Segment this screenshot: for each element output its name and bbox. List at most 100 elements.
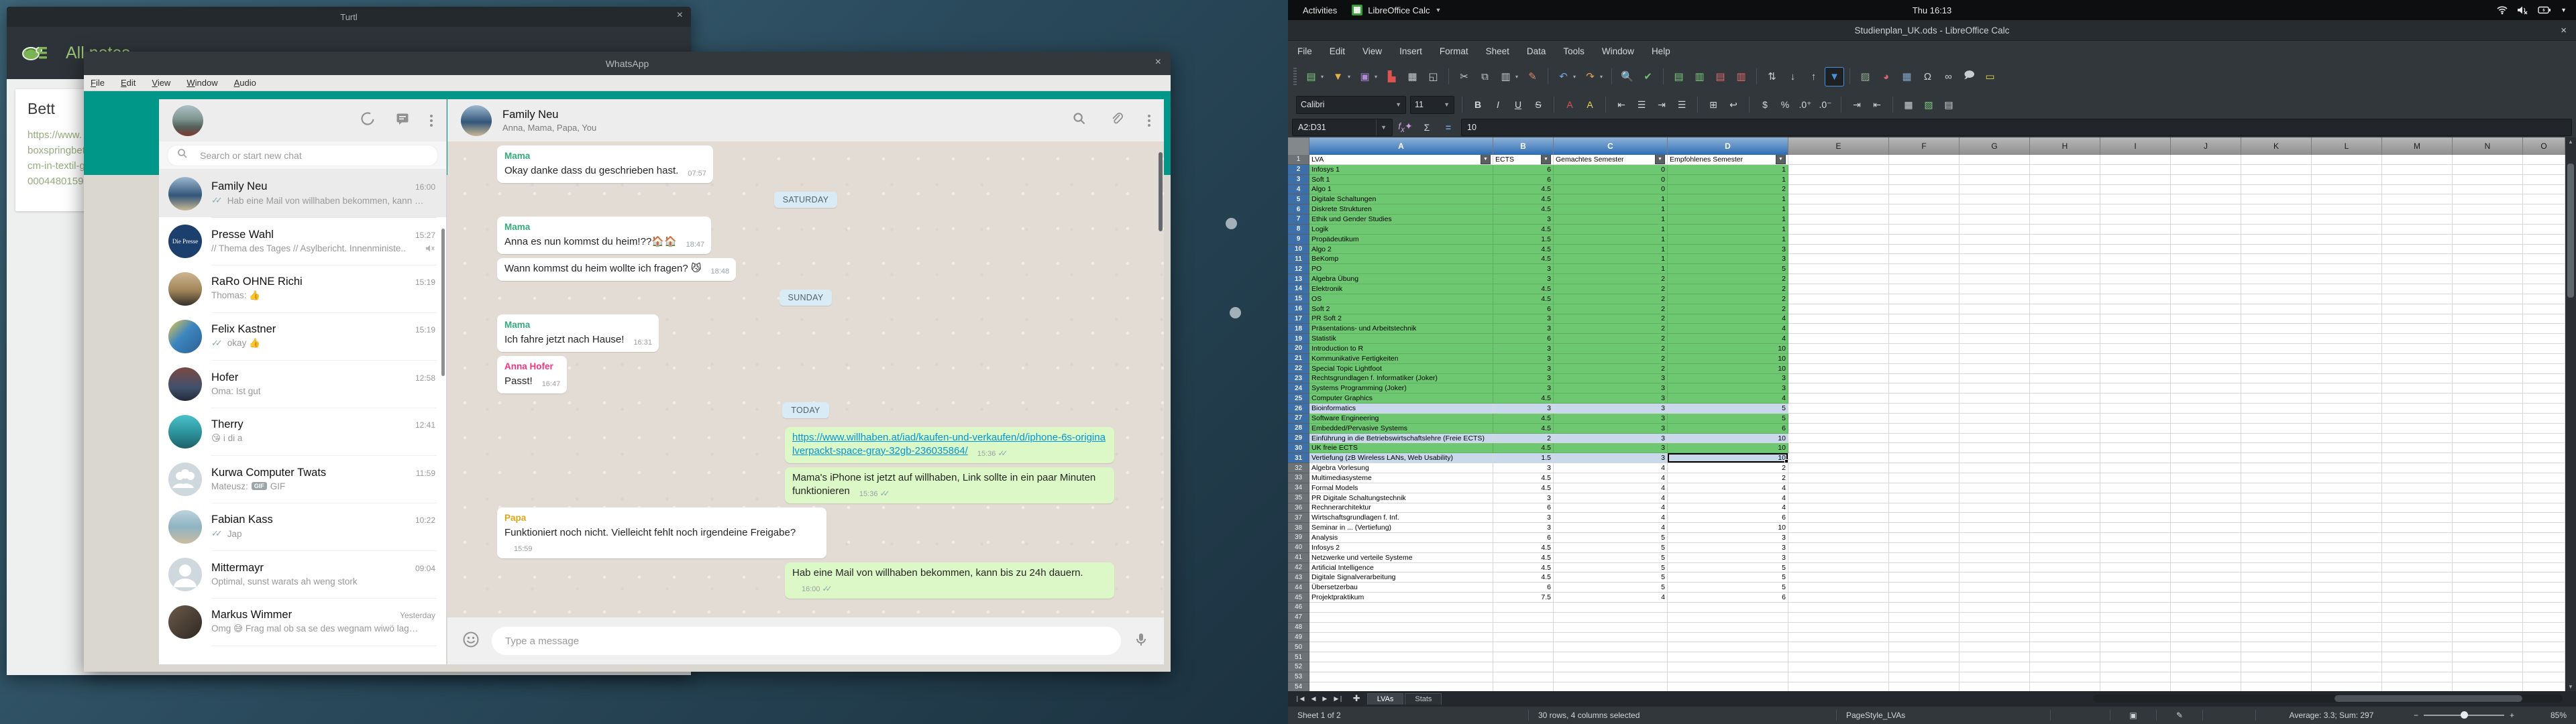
cell-J50[interactable] xyxy=(2171,642,2241,652)
column-header-M[interactable]: M xyxy=(2382,137,2453,155)
cell-H27[interactable] xyxy=(2030,414,2100,424)
cell-B5[interactable]: 4.5 xyxy=(1493,194,1554,204)
row-header-14[interactable]: 14 xyxy=(1288,284,1309,294)
cell-K46[interactable] xyxy=(2241,603,2312,613)
cell-J44[interactable] xyxy=(2171,583,2241,593)
cell-I18[interactable] xyxy=(2100,324,2171,334)
cell-M45[interactable] xyxy=(2382,593,2453,603)
pivot-table-icon[interactable]: ▦ xyxy=(1898,68,1916,86)
bold-icon[interactable]: B xyxy=(1470,99,1486,110)
cell-F47[interactable] xyxy=(1889,613,1960,623)
cell-H40[interactable] xyxy=(2030,543,2100,553)
cell-H31[interactable] xyxy=(2030,453,2100,463)
cell-G34[interactable] xyxy=(1960,483,2030,493)
cell-D29[interactable]: 10 xyxy=(1668,434,1788,444)
message-bubble[interactable]: https://www.willhaben.at/iad/kaufen-und-… xyxy=(785,427,1114,463)
cell-L53[interactable] xyxy=(2312,672,2382,682)
cell-N8[interactable] xyxy=(2453,225,2523,235)
cell-A45[interactable]: Projektpraktikum xyxy=(1309,593,1493,603)
cell-J1[interactable] xyxy=(2171,155,2241,165)
cell-H54[interactable] xyxy=(2030,682,2100,691)
cell-I28[interactable] xyxy=(2100,424,2171,434)
cell-N52[interactable] xyxy=(2453,662,2523,672)
cell-F22[interactable] xyxy=(1889,364,1960,374)
cell-F18[interactable] xyxy=(1889,324,1960,334)
emoji-icon[interactable] xyxy=(462,631,480,652)
cell-I13[interactable] xyxy=(2100,274,2171,284)
menu-item-edit[interactable]: Edit xyxy=(1330,46,1345,56)
cell-H2[interactable] xyxy=(2030,165,2100,175)
cell-M28[interactable] xyxy=(2382,424,2453,434)
cell-J40[interactable] xyxy=(2171,543,2241,553)
cell-D33[interactable]: 2 xyxy=(1668,473,1788,483)
row-header-10[interactable]: 10 xyxy=(1288,245,1309,255)
cell-J9[interactable] xyxy=(2171,235,2241,245)
cell-D44[interactable]: 5 xyxy=(1668,583,1788,593)
cell-L12[interactable] xyxy=(2312,264,2382,274)
cell-G51[interactable] xyxy=(1960,652,2030,662)
cell-A52[interactable] xyxy=(1309,662,1493,672)
horizontal-scrollbar[interactable] xyxy=(2093,695,2563,703)
cell-L25[interactable] xyxy=(2312,394,2382,404)
cell-C52[interactable] xyxy=(1554,662,1668,672)
sender-name[interactable]: Papa xyxy=(504,511,820,525)
cell-I24[interactable] xyxy=(2100,383,2171,394)
cell-G26[interactable] xyxy=(1960,404,2030,414)
cell-O28[interactable] xyxy=(2523,424,2565,434)
cell-N40[interactable] xyxy=(2453,543,2523,553)
cell-N2[interactable] xyxy=(2453,165,2523,175)
cell-N39[interactable] xyxy=(2453,533,2523,543)
cell-I37[interactable] xyxy=(2100,513,2171,523)
cell-J33[interactable] xyxy=(2171,473,2241,483)
row-header-22[interactable]: 22 xyxy=(1288,364,1309,374)
cell-D5[interactable]: 1 xyxy=(1668,194,1788,204)
cell-M37[interactable] xyxy=(2382,513,2453,523)
cell-M41[interactable] xyxy=(2382,553,2453,563)
zoom-out-icon[interactable]: − xyxy=(2414,711,2418,720)
cell-H17[interactable] xyxy=(2030,314,2100,324)
cell-G31[interactable] xyxy=(1960,453,2030,463)
cell-J48[interactable] xyxy=(2171,623,2241,633)
cell-F52[interactable] xyxy=(1889,662,1960,672)
cell-J17[interactable] xyxy=(2171,314,2241,324)
cell-A21[interactable]: Kommunikative Fertigkeiten xyxy=(1309,354,1493,364)
cell-F15[interactable] xyxy=(1889,294,1960,304)
cell-N14[interactable] xyxy=(2453,284,2523,294)
cell-J39[interactable] xyxy=(2171,533,2241,543)
close-icon[interactable]: × xyxy=(1155,56,1161,68)
cell-I36[interactable] xyxy=(2100,503,2171,514)
open-icon[interactable]: ▼ xyxy=(1329,68,1347,86)
cell-B43[interactable]: 4.5 xyxy=(1493,572,1554,583)
cell-B50[interactable] xyxy=(1493,642,1554,652)
cell-H34[interactable] xyxy=(2030,483,2100,493)
cell-A22[interactable]: Special Topic Lightfoot xyxy=(1309,364,1493,374)
cell-A27[interactable]: Software Engineering xyxy=(1309,414,1493,424)
cell-F45[interactable] xyxy=(1889,593,1960,603)
cell-I15[interactable] xyxy=(2100,294,2171,304)
cell-E33[interactable] xyxy=(1788,473,1889,483)
cell-G41[interactable] xyxy=(1960,553,2030,563)
cell-F35[interactable] xyxy=(1889,493,1960,503)
strikethrough-icon[interactable]: S xyxy=(1530,99,1546,110)
cell-F23[interactable] xyxy=(1889,374,1960,384)
cell-D21[interactable]: 10 xyxy=(1668,354,1788,364)
cell-K1[interactable] xyxy=(2241,155,2312,165)
cell-L20[interactable] xyxy=(2312,344,2382,354)
row-header-30[interactable]: 30 xyxy=(1288,443,1309,453)
cell-F4[interactable] xyxy=(1889,185,1960,195)
cell-H36[interactable] xyxy=(2030,503,2100,514)
cell-E8[interactable] xyxy=(1788,225,1889,235)
cell-B23[interactable]: 3 xyxy=(1493,374,1554,384)
cell-A46[interactable] xyxy=(1309,603,1493,613)
cell-A11[interactable]: BeKomp xyxy=(1309,254,1493,264)
add-sheet-icon[interactable]: ✚ xyxy=(1348,693,1366,704)
cell-L41[interactable] xyxy=(2312,553,2382,563)
cell-B36[interactable]: 6 xyxy=(1493,503,1554,514)
avatar[interactable] xyxy=(168,415,202,448)
cell-A25[interactable]: Computer Graphics xyxy=(1309,394,1493,404)
cell-K3[interactable] xyxy=(2241,175,2312,185)
cell-K49[interactable] xyxy=(2241,633,2312,643)
cell-N34[interactable] xyxy=(2453,483,2523,493)
cell-K19[interactable] xyxy=(2241,334,2312,344)
cell-E6[interactable] xyxy=(1788,204,1889,215)
